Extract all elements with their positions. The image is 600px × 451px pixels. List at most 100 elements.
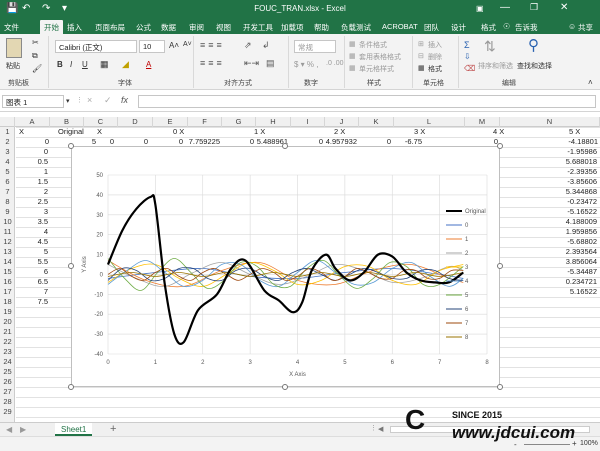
cell[interactable]: 1 xyxy=(15,167,48,177)
chart-resize-handle[interactable] xyxy=(282,143,288,149)
row-header[interactable]: 7 xyxy=(0,187,15,197)
tab-11[interactable]: 负载测试 xyxy=(341,22,371,33)
formula-input[interactable] xyxy=(138,95,596,108)
fill-icon[interactable]: ⇩ xyxy=(464,52,471,61)
merge-center-icon[interactable]: ▤ xyxy=(266,58,275,69)
row-header[interactable]: 5 xyxy=(0,167,15,177)
insert-function-button[interactable]: fx xyxy=(121,95,128,105)
row-header[interactable]: 1 xyxy=(0,127,15,137)
cell[interactable]: 2.393564 xyxy=(500,247,597,257)
row-header[interactable]: 12 xyxy=(0,237,15,247)
row-header[interactable]: 28 xyxy=(0,397,15,407)
close-icon[interactable]: ✕ xyxy=(560,2,568,13)
paste-button[interactable]: 粘贴 xyxy=(6,61,20,71)
redo-icon[interactable]: ↷ xyxy=(42,3,50,14)
format-painter-icon[interactable]: 🖌 xyxy=(32,64,42,73)
chart-resize-handle[interactable] xyxy=(497,143,503,149)
orientation-icon[interactable]: ⇗ xyxy=(244,40,252,51)
add-sheet-button[interactable]: + xyxy=(110,423,116,435)
column-header-F[interactable]: F xyxy=(188,117,222,127)
cell[interactable]: 7 xyxy=(15,287,48,297)
cell[interactable]: 3.5 xyxy=(15,217,48,227)
column-header-M[interactable]: M xyxy=(465,117,500,127)
format-cells-button[interactable]: 格式 xyxy=(428,64,442,74)
cell[interactable]: 4.5 xyxy=(15,237,48,247)
font-name-select[interactable]: Calibri (正文) xyxy=(55,40,137,53)
underline-button[interactable]: U xyxy=(82,60,88,69)
insert-cells-button[interactable]: 插入 xyxy=(428,40,442,50)
cell[interactable]: -2.39356 xyxy=(500,167,597,177)
row-header[interactable]: 16 xyxy=(0,277,15,287)
row-header[interactable]: 10 xyxy=(0,217,15,227)
tab-1[interactable]: 开始 xyxy=(40,20,63,34)
cell[interactable]: 5.344868 xyxy=(500,187,597,197)
name-box[interactable]: 图表 1 xyxy=(2,95,64,108)
row-header[interactable]: 14 xyxy=(0,257,15,267)
tab-6[interactable]: 审阅 xyxy=(189,22,204,33)
tab-16[interactable]: 告诉我 xyxy=(515,22,538,33)
font-color-icon[interactable]: A xyxy=(146,60,151,69)
row-header[interactable]: 13 xyxy=(0,247,15,257)
column-header-K[interactable]: K xyxy=(359,117,394,127)
clear-icon[interactable]: ⌫ xyxy=(464,64,475,73)
row-header[interactable]: 8 xyxy=(0,197,15,207)
cell[interactable]: 0.5 xyxy=(15,157,48,167)
restore-icon[interactable]: ❐ xyxy=(530,2,538,13)
ribbon-display-options-icon[interactable]: ▣ xyxy=(476,4,484,13)
chart-resize-handle[interactable] xyxy=(68,263,74,269)
row-header[interactable]: 18 xyxy=(0,297,15,307)
cell[interactable]: 2.5 xyxy=(15,197,48,207)
row-header[interactable]: 27 xyxy=(0,387,15,397)
cut-icon[interactable]: ✂ xyxy=(32,38,39,47)
column-header-H[interactable]: H xyxy=(256,117,291,127)
accounting-format-icon[interactable]: $ ▾ % , xyxy=(294,60,318,69)
grow-font-icon[interactable]: A˄ xyxy=(169,41,179,50)
indent-icons[interactable]: ⇤⇥ xyxy=(244,58,259,69)
name-box-dropdown-icon[interactable]: ▾ xyxy=(66,97,70,105)
column-header-N[interactable]: N xyxy=(500,117,600,127)
cell[interactable]: 7.5 xyxy=(15,297,48,307)
customize-qat-icon[interactable]: ▾ xyxy=(62,3,67,14)
cell[interactable]: 3 X xyxy=(414,127,454,137)
hscroll-left-icon[interactable]: ◀ xyxy=(378,425,383,433)
find-select-button[interactable]: 查找和选择 xyxy=(517,61,552,71)
cancel-button[interactable]: × xyxy=(87,95,92,105)
cell[interactable]: -1.95986 xyxy=(500,147,597,157)
column-header-L[interactable]: L xyxy=(394,117,465,127)
minimize-icon[interactable]: — xyxy=(500,2,510,13)
cell[interactable]: 1 X xyxy=(254,127,294,137)
chart-resize-handle[interactable] xyxy=(68,384,74,390)
tab-3[interactable]: 页面布局 xyxy=(95,22,125,33)
column-header-E[interactable]: E xyxy=(153,117,188,127)
sort-filter-button[interactable]: 排序和筛选 xyxy=(478,61,513,71)
borders-icon[interactable]: ▦ xyxy=(100,59,109,70)
row-header[interactable]: 15 xyxy=(0,267,15,277)
cell[interactable]: 4 xyxy=(15,227,48,237)
tab-10[interactable]: 帮助 xyxy=(314,22,329,33)
column-header-D[interactable]: D xyxy=(118,117,153,127)
cell[interactable]: X xyxy=(19,127,59,137)
sheet-splitter-icon[interactable]: ⋮ xyxy=(370,424,377,432)
row-header[interactable]: 19 xyxy=(0,307,15,317)
format-as-table-button[interactable]: 套用表格格式 xyxy=(359,52,401,62)
row-header[interactable]: 6 xyxy=(0,177,15,187)
scroll-sheets-left-icon[interactable]: ◀ xyxy=(6,425,12,434)
bold-button[interactable]: B xyxy=(57,60,63,69)
fill-color-icon[interactable]: ◢ xyxy=(122,59,129,70)
cell[interactable]: 0 xyxy=(15,147,48,157)
column-header-A[interactable]: A xyxy=(15,117,50,127)
horizontal-align-icons[interactable]: ≡≡≡ xyxy=(200,58,225,68)
autosum-icon[interactable]: Σ xyxy=(464,40,470,50)
cell[interactable]: 4 X xyxy=(493,127,533,137)
row-header[interactable]: 21 xyxy=(0,327,15,337)
cell[interactable]: Original xyxy=(58,127,98,137)
shrink-font-icon[interactable]: A˅ xyxy=(183,41,192,48)
chart-resize-handle[interactable] xyxy=(497,384,503,390)
cell[interactable]: -5.68802 xyxy=(500,237,597,247)
cell[interactable]: X xyxy=(97,127,137,137)
vertical-align-icons[interactable]: ≡≡≡ xyxy=(200,40,225,50)
row-header[interactable]: 22 xyxy=(0,337,15,347)
cell[interactable]: 5 X xyxy=(569,127,600,137)
column-header-C[interactable]: C xyxy=(84,117,118,127)
cell[interactable]: -4.18801 xyxy=(500,137,598,147)
